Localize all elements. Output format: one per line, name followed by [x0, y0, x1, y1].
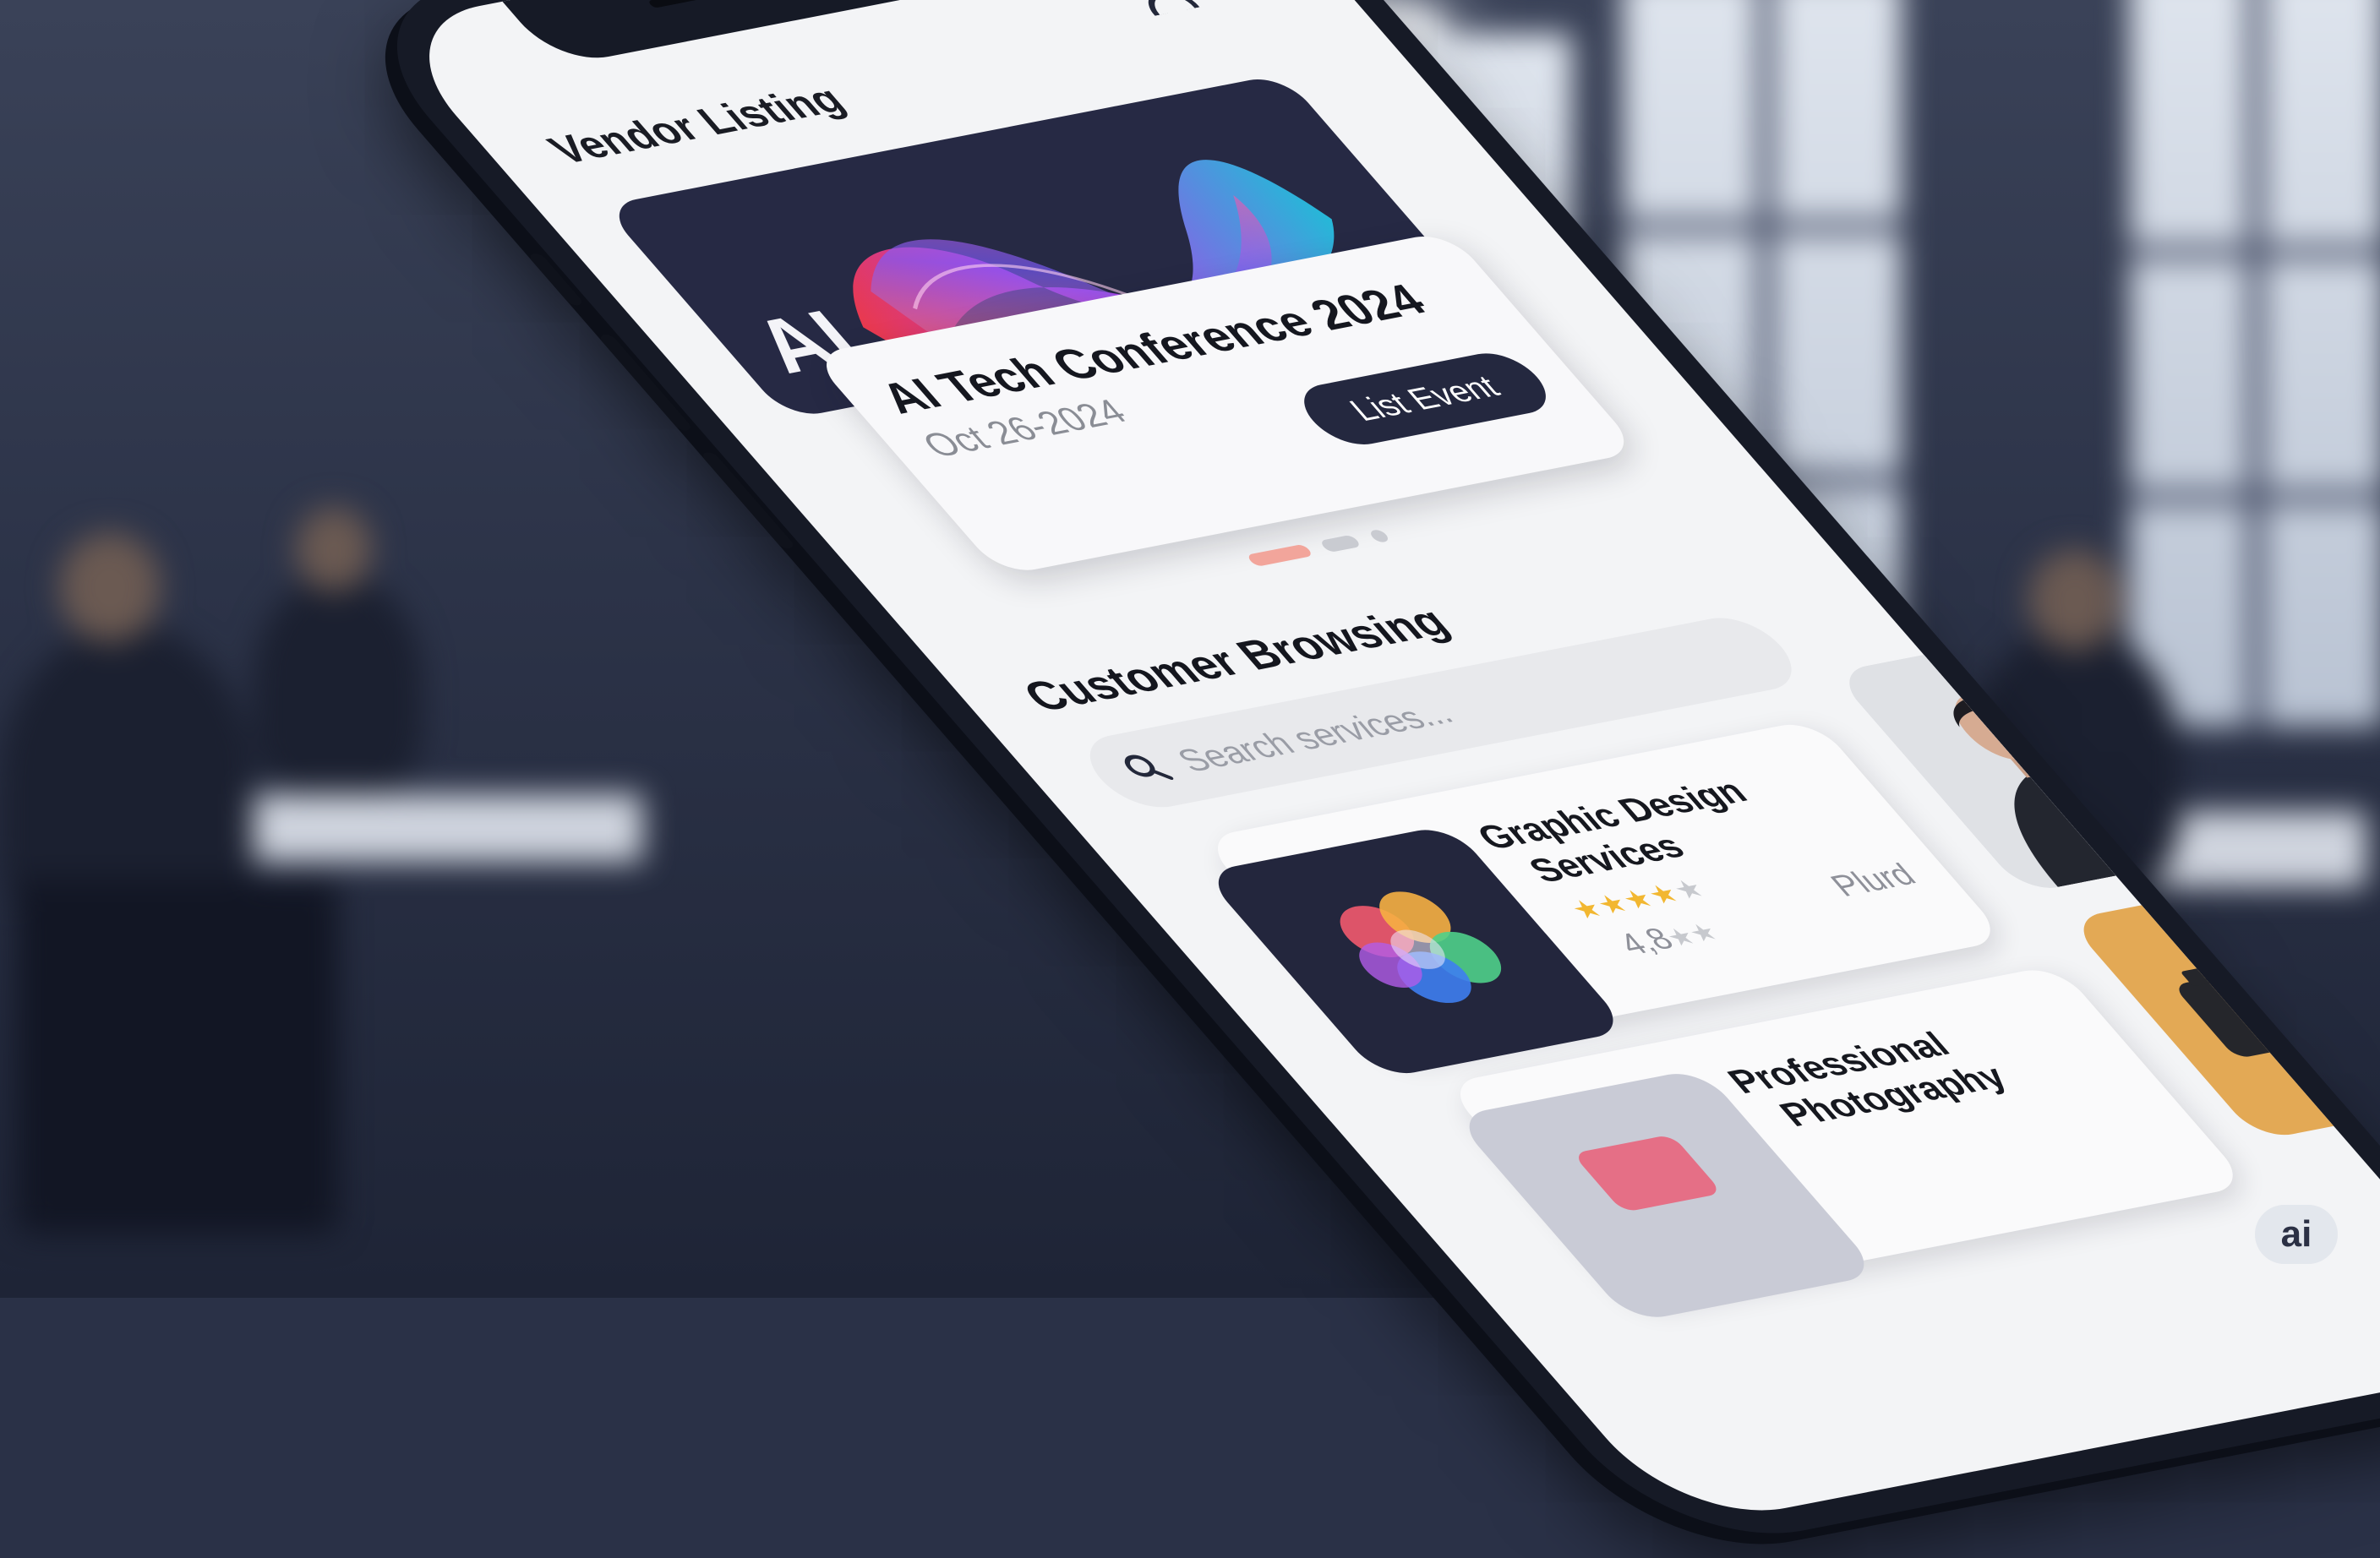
carousel-dot[interactable] [1318, 534, 1362, 553]
profile-icon[interactable] [1105, 0, 1215, 18]
carousel-indicator [1245, 526, 1403, 567]
search-placeholder: Search services... [1169, 695, 1462, 779]
phone-notch [502, 0, 949, 67]
service-title: Graphic Design Services [1467, 771, 1756, 890]
vendor-tag: Plurd [1823, 858, 1924, 904]
speaker-grille [647, 0, 754, 8]
service-title: Professional Photography [1718, 1025, 2016, 1134]
list-event-button[interactable]: List Event [1287, 347, 1563, 450]
carousel-dot-active[interactable] [1245, 543, 1314, 567]
rating-value: 4,8★★ [1611, 918, 1726, 962]
carousel-dot[interactable] [1367, 528, 1391, 543]
search-icon [1124, 754, 1174, 781]
star-filled-icon: ★★★★ [1563, 878, 1689, 925]
ai-watermark-badge[interactable]: ai [2255, 1205, 2338, 1264]
page-title: Vendor Listing [538, 78, 856, 172]
